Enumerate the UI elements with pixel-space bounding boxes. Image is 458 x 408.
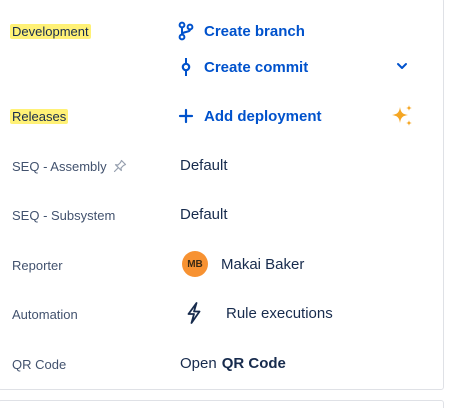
plus-icon bbox=[178, 106, 194, 126]
seq-subsystem-value[interactable]: Default bbox=[180, 202, 228, 226]
create-commit-link[interactable]: Create commit bbox=[178, 55, 308, 79]
rule-executions-link[interactable]: Rule executions bbox=[182, 301, 333, 325]
qr-code-label: QR Code bbox=[12, 354, 66, 374]
releases-label: Releases bbox=[10, 106, 69, 126]
automation-label: Automation bbox=[12, 304, 78, 324]
next-panel bbox=[0, 400, 444, 408]
lightning-bolt-icon bbox=[186, 301, 208, 325]
pin-icon[interactable] bbox=[113, 159, 127, 173]
releases-label-text: Releases bbox=[10, 108, 69, 124]
avatar: MB bbox=[182, 251, 208, 277]
reporter-name: Makai Baker bbox=[221, 255, 305, 273]
reporter-label: Reporter bbox=[12, 255, 63, 275]
rule-executions-label: Rule executions bbox=[226, 304, 333, 322]
git-branch-icon bbox=[178, 21, 194, 41]
seq-subsystem-label: SEQ - Subsystem bbox=[12, 205, 115, 225]
chevron-down-icon[interactable] bbox=[394, 58, 410, 74]
qr-open-text: Open bbox=[180, 354, 217, 372]
seq-subsystem-label-text: SEQ - Subsystem bbox=[12, 207, 116, 223]
seq-assembly-value[interactable]: Default bbox=[180, 153, 228, 177]
reporter-label-text: Reporter bbox=[12, 257, 63, 273]
qr-code-label-text: QR Code bbox=[12, 356, 67, 372]
add-deployment-label: Add deployment bbox=[204, 107, 322, 125]
development-label: Development bbox=[10, 21, 91, 41]
seq-assembly-label-text: SEQ - Assembly bbox=[12, 158, 107, 174]
reporter-value[interactable]: MB Makai Baker bbox=[182, 251, 305, 277]
open-qr-code-link[interactable]: Open QR Code bbox=[180, 351, 286, 375]
add-deployment-link[interactable]: Add deployment bbox=[178, 104, 322, 128]
create-branch-link[interactable]: Create branch bbox=[178, 19, 305, 43]
qr-code-link-text: QR Code bbox=[221, 354, 286, 372]
git-commit-icon bbox=[178, 57, 194, 77]
seq-assembly-label: SEQ - Assembly bbox=[12, 156, 127, 176]
create-branch-label: Create branch bbox=[204, 22, 305, 40]
automation-label-text: Automation bbox=[12, 306, 78, 322]
create-commit-label: Create commit bbox=[204, 58, 309, 76]
sparkle-icon[interactable] bbox=[390, 104, 414, 128]
development-label-text: Development bbox=[10, 23, 91, 39]
